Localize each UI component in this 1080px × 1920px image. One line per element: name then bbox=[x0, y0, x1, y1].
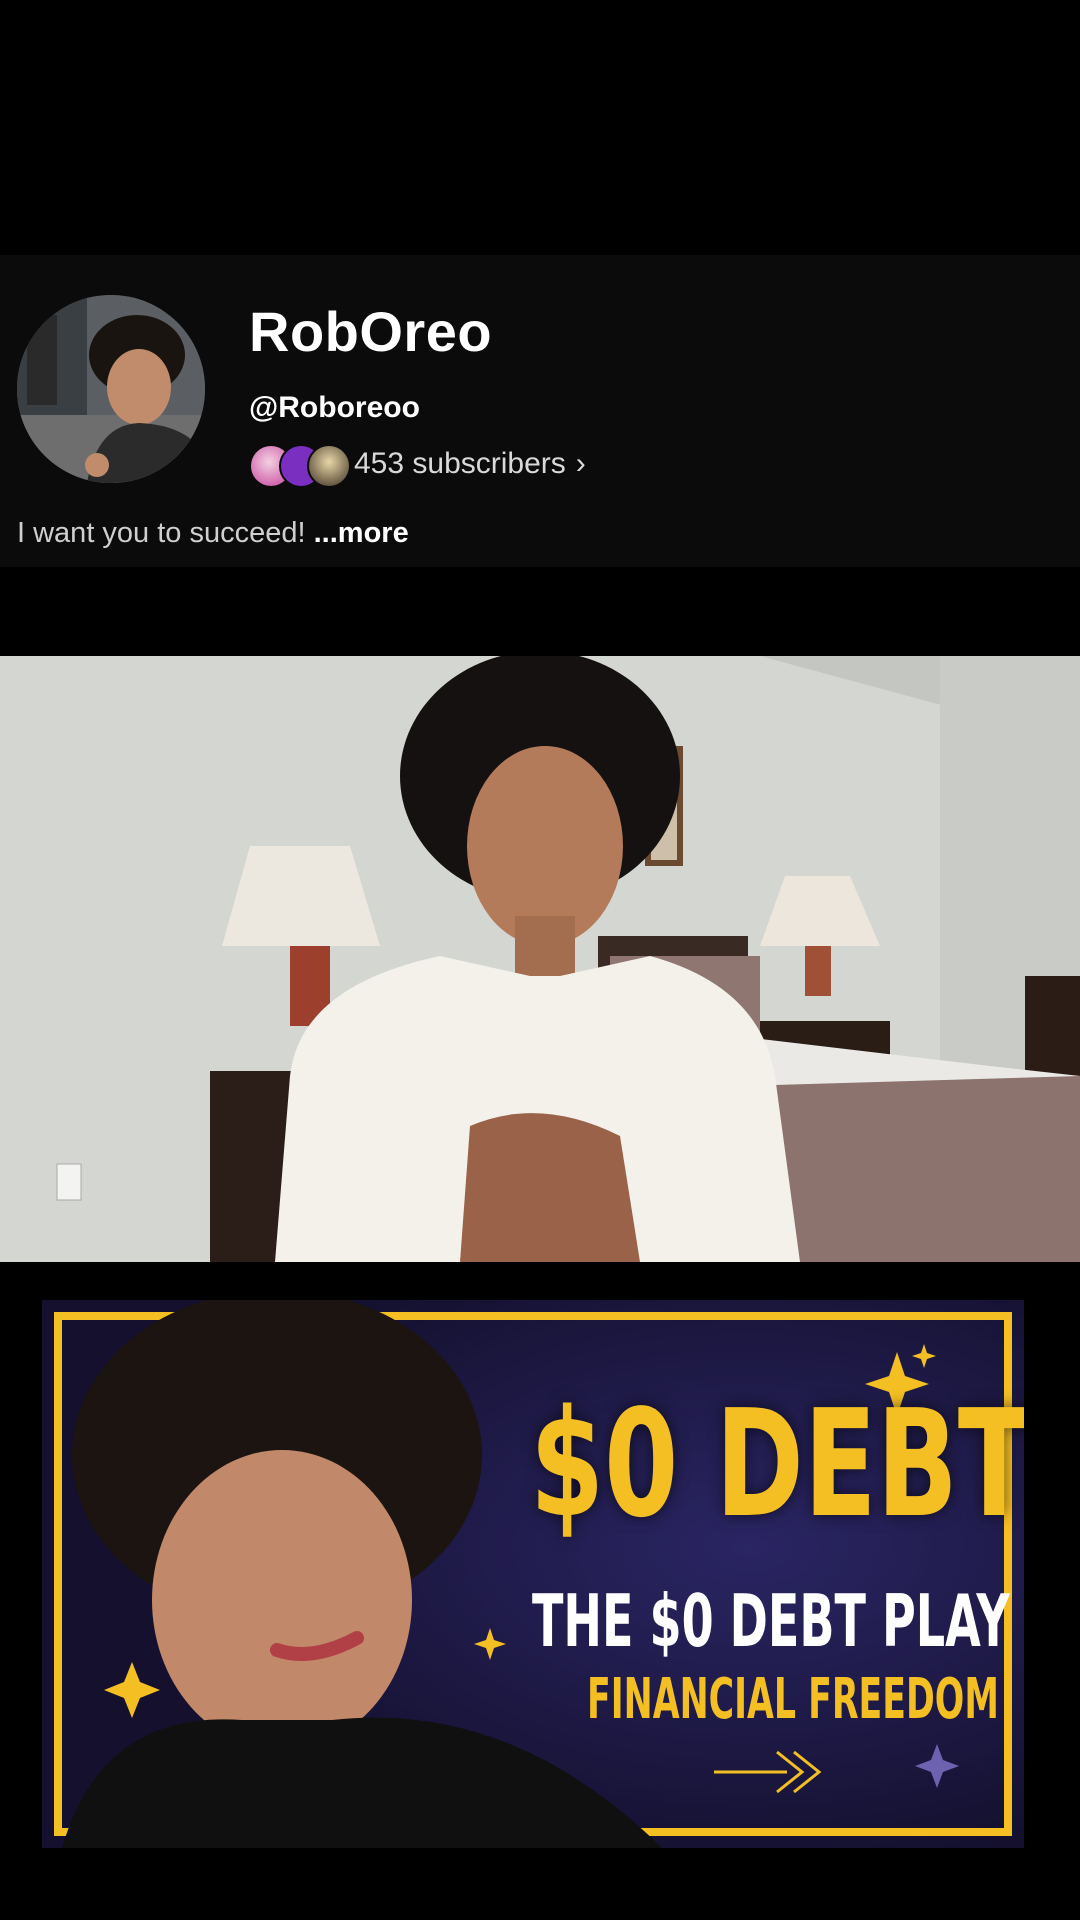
channel-page: RobOreo @Roboreoo 453 subscribers › I wa… bbox=[0, 0, 1080, 1920]
thumbnail-subtitle: THE $0 DEBT PLAY bbox=[532, 1579, 1010, 1663]
bio-text: I want you to succeed! bbox=[17, 517, 306, 549]
thumbnail-tagline: FINANCIAL FREEDOM bbox=[587, 1667, 999, 1732]
avatar-photo bbox=[17, 295, 205, 483]
channel-header: RobOreo @Roboreoo 453 subscribers › I wa… bbox=[0, 255, 1080, 567]
video-thumbnail[interactable]: $0 DEBT THE $0 DEBT PLAY FINANCIAL FREED… bbox=[42, 1300, 1024, 1848]
video-frame-image bbox=[0, 656, 1080, 1262]
video-preview[interactable] bbox=[0, 656, 1080, 1262]
chevron-right-icon: › bbox=[575, 447, 586, 480]
subscriber-avatar bbox=[307, 444, 351, 488]
channel-name: RobOreo bbox=[249, 300, 493, 363]
channel-handle: @Roboreoo bbox=[249, 391, 420, 424]
thumbnail-text: $0 DEBT THE $0 DEBT PLAY FINANCIAL FREED… bbox=[42, 1300, 1024, 1848]
subscribers-link[interactable]: 453 subscribers › bbox=[249, 442, 586, 488]
bio-more-link[interactable]: ...more bbox=[314, 517, 409, 549]
channel-avatar[interactable] bbox=[17, 295, 205, 483]
subscriber-count: 453 subscribers bbox=[354, 447, 566, 480]
thumbnail-headline: $0 DEBT bbox=[530, 1378, 1024, 1550]
channel-bio: I want you to succeed! ...more bbox=[17, 517, 409, 550]
subscriber-avatars bbox=[249, 442, 351, 488]
